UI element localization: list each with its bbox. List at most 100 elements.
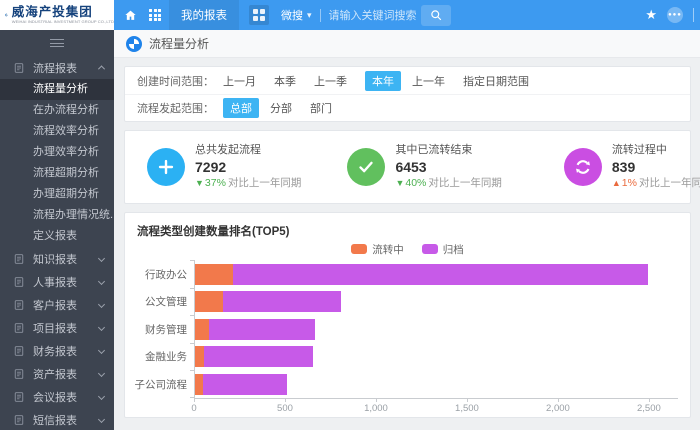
report-icon [13,253,25,265]
check-icon [347,148,385,186]
y-axis-tick [190,370,194,371]
report-icon [13,414,25,426]
sidebar-item-0-2[interactable]: 流程效率分析 [0,121,114,142]
bar-segment-归档 [204,346,313,367]
kpi-trend: ▼37%对比上一年同期 [195,177,301,190]
filter-label: 创建时间范围： [137,73,223,89]
stacked-bar-2 [195,319,678,340]
sidebar-section-6[interactable]: 资产报表 [0,362,114,385]
filter-option-0-0[interactable]: 上一月 [223,73,256,89]
chevron-down-icon [98,324,105,331]
bar-row-3 [195,343,678,371]
sidebar-item-0-1[interactable]: 在办流程分析 [0,100,114,121]
wesearch-label: 微搜 [281,7,303,23]
sidebar-item-0-4[interactable]: 流程超期分析 [0,163,114,184]
topbar-end-divider [693,8,694,22]
sidebar-section-4[interactable]: 项目报表 [0,316,114,339]
kpi-0: 总共发起流程7292▼37%对比上一年同期 [125,144,301,190]
x-axis-tick [376,399,377,402]
sidebar-section-label: 会议报表 [33,389,99,405]
sidebar-section-3[interactable]: 客户报表 [0,293,114,316]
x-axis-tick-label: 2,500 [637,403,661,414]
legend-label: 归档 [443,242,464,257]
kpi-label: 流转过程中 [612,144,700,158]
report-icon [13,299,25,311]
kpi-text: 其中已流转结束6453▼40%对比上一年同期 [395,144,501,190]
legend-item-0[interactable]: 流转中 [351,242,404,257]
sidebar-item-0-5[interactable]: 办理超期分析 [0,184,114,205]
tab-my-reports[interactable]: 我的报表 [169,0,239,30]
sidebar-section-0[interactable]: 流程报表 [0,56,114,79]
x-axis-tick-label: 2,000 [546,403,570,414]
wesearch-dropdown[interactable]: 微搜 ▾ [281,7,312,23]
y-axis-label-2: 财务管理 [137,315,187,343]
kpi-panel: 总共发起流程7292▼37%对比上一年同期 其中已流转结束6453▼40%对比上一… [124,130,691,204]
report-icon [13,322,25,334]
y-axis-label-1: 公文管理 [137,288,187,316]
x-axis-tick [467,399,468,402]
bar-segment-归档 [223,291,341,312]
sidebar-section-label: 资产报表 [33,366,99,382]
report-icon [13,345,25,357]
apps-grid-icon[interactable] [149,9,161,21]
sidebar-item-0-6[interactable]: 流程办理情况统... [0,205,114,226]
page-title: 流程量分析 [149,35,209,52]
sidebar-item-0-3[interactable]: 办理效率分析 [0,142,114,163]
filter-option-0-3[interactable]: 本年 [365,71,401,91]
sidebar-item-0-0[interactable]: 流程量分析 [0,79,114,100]
x-axis-tick-label: 1,000 [364,403,388,414]
filter-option-1-1[interactable]: 分部 [270,100,292,116]
filter-option-0-5[interactable]: 指定日期范围 [463,73,529,89]
filter-row-1: 流程发起范围：总部分部部门 [125,94,690,121]
sidebar-section-2[interactable]: 人事报表 [0,270,114,293]
kpi-trend-percent: 40% [405,177,426,189]
filter-panel: 创建时间范围：上一月本季上一季本年上一年指定日期范围流程发起范围：总部分部部门 [124,66,691,122]
y-axis-label-4: 子公司流程 [137,370,187,398]
filter-option-0-1[interactable]: 本季 [274,73,296,89]
x-axis-tick [558,399,559,402]
bar-segment-流转中 [195,319,209,340]
filter-option-1-2[interactable]: 部门 [310,100,332,116]
bar-row-4 [195,370,678,398]
y-axis-tick [190,288,194,289]
search-input[interactable]: 请输入关键词搜索 [329,7,417,23]
sidebar-section-label: 短信报表 [33,412,99,428]
filter-options: 上一月 本季 上一季 本年上一年 指定日期范围 [223,71,547,91]
bar-segment-流转中 [195,264,233,285]
sidebar-collapse-button[interactable] [0,30,114,56]
search-divider [320,9,321,22]
chart-legend: 流转中 归档 [137,242,678,256]
filter-option-0-2[interactable]: 上一季 [314,73,347,89]
search-button[interactable] [421,5,451,26]
favorite-star-icon[interactable]: ★ [645,7,657,23]
home-icon[interactable] [124,9,137,22]
page-title-icon [126,36,142,52]
widgets-icon[interactable] [249,5,269,25]
top-navigation-bar: 我的报表 微搜 ▾ 请输入关键词搜索 ★ ●●● [114,0,700,30]
kpi-compare-text: 对比上一年同期 [639,177,700,189]
sidebar-section-5[interactable]: 财务报表 [0,339,114,362]
chevron-down-icon: ▾ [307,10,312,21]
more-options-icon[interactable]: ●●● [667,7,683,23]
x-axis-tick-label: 0 [191,403,196,414]
sidebar-section-8[interactable]: 短信报表 [0,408,114,430]
bar-segment-归档 [209,319,315,340]
bar-segment-归档 [203,374,287,395]
chevron-down-icon [98,393,105,400]
main-area: 流程量分析 创建时间范围：上一月本季上一季本年上一年指定日期范围流程发起范围：总… [114,30,700,430]
plus-icon [147,148,185,186]
y-axis-tick [190,260,194,261]
filter-option-1-0[interactable]: 总部 [223,98,259,118]
sidebar-section-7[interactable]: 会议报表 [0,385,114,408]
bar-segment-归档 [233,264,648,285]
chevron-down-icon [98,301,105,308]
kpi-label: 其中已流转结束 [395,144,501,158]
filter-option-0-4[interactable]: 上一年 [412,73,445,89]
stacked-bar-3 [195,346,678,367]
sidebar-item-0-7[interactable]: 定义报表 [0,226,114,247]
kpi-compare-text: 对比上一年同期 [228,177,302,189]
sidebar-section-label: 知识报表 [33,251,99,267]
kpi-2: 流转过程中839▲1%对比上一年同期 [502,144,700,190]
legend-item-1[interactable]: 归档 [422,242,464,257]
sidebar-section-1[interactable]: 知识报表 [0,247,114,270]
